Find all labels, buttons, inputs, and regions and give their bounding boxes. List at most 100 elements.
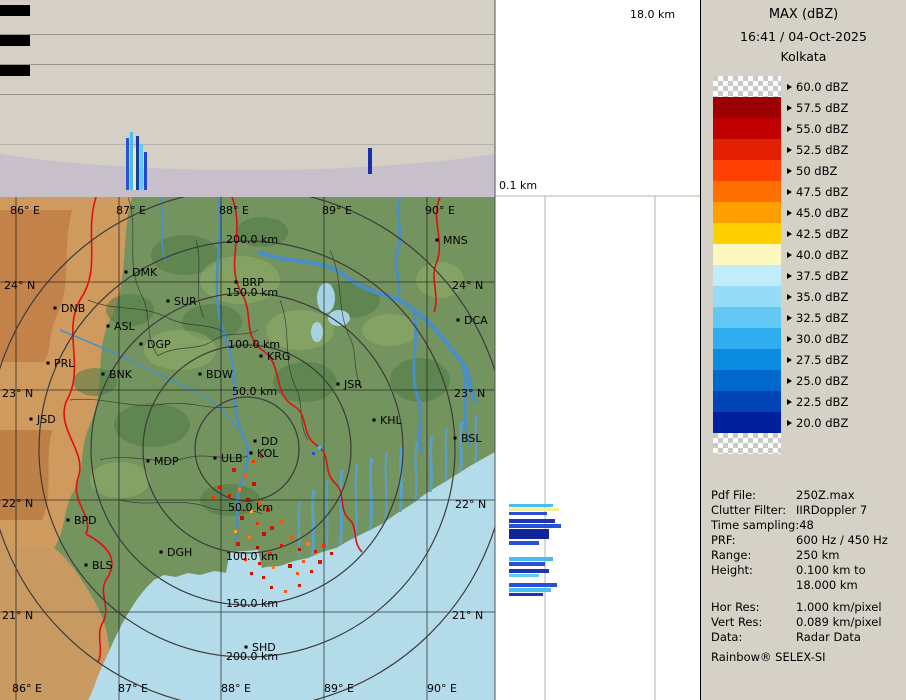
radar-echo (272, 566, 275, 569)
radar-echo (284, 590, 287, 593)
legend-label: 57.5 dBZ (796, 100, 849, 115)
legend-row: 27.5 dBZ (713, 349, 906, 370)
radar-echo (256, 546, 259, 549)
station-dot (46, 361, 50, 365)
legend-row: 60.0 dBZ (713, 76, 906, 97)
info-label: Data: (711, 630, 743, 644)
info-row: Height: 0.100 km to (711, 563, 906, 578)
legend: 60.0 dBZ 57.5 dBZ 55.0 dBZ 52.5 dBZ 50 dBZ 47… (713, 76, 906, 454)
info-row: Clutter Filter: IIRDoppler 7 (711, 503, 906, 518)
legend-row: 45.0 dBZ (713, 202, 906, 223)
legend-row: 50 dBZ (713, 160, 906, 181)
top-profile-echo-bar (126, 138, 129, 190)
legend-swatch (713, 307, 781, 328)
legend-label: 25.0 dBZ (796, 373, 849, 388)
radar-echo (296, 572, 299, 575)
info-value: 0.100 km to (796, 563, 866, 577)
title-block: MAX (dBZ) 16:41 / 04-Oct-2025 Kolkata (701, 0, 906, 64)
legend-swatch (713, 223, 781, 244)
latitude-label: 21° N (452, 609, 483, 622)
side-profile-echo-bar (509, 583, 557, 587)
info-value: 0.089 km/pixel (796, 615, 882, 629)
latitude-label: 24° N (452, 279, 483, 292)
info-row: PRF: 600 Hz / 450 Hz (711, 533, 906, 548)
side-profile-echo-bar (509, 574, 539, 577)
legend-swatch (713, 433, 781, 454)
latitude-label: 24° N (4, 279, 35, 292)
legend-swatch (713, 97, 781, 118)
station-dot (259, 354, 263, 358)
legend-label: 55.0 dBZ (796, 121, 849, 136)
station-label: BNK (109, 368, 133, 381)
legend-label: 50 dBZ (796, 163, 838, 178)
legend-row: 25.0 dBZ (713, 370, 906, 391)
legend-tick-arrow (787, 335, 792, 342)
legend-tick-arrow (787, 314, 792, 321)
map-area[interactable] (0, 189, 507, 700)
station-dot (84, 563, 88, 567)
longitude-label: 86° E (10, 204, 40, 217)
longitude-label: 87° E (116, 204, 146, 217)
product-title: MAX (dBZ) (768, 7, 839, 22)
legend-row: 52.5 dBZ (713, 139, 906, 160)
legend-row: 40.0 dBZ (713, 244, 906, 265)
radar-echo (244, 474, 247, 477)
legend-label: 30.0 dBZ (796, 331, 849, 346)
radar-echo (306, 542, 310, 546)
legend-tick-arrow (787, 125, 792, 132)
station-label: KRG (267, 350, 290, 363)
radar-echo (236, 542, 240, 546)
station-label: PRL (54, 357, 75, 370)
top-profile-echo-bar (136, 136, 139, 190)
radar-echo (318, 560, 322, 564)
side-profile-echo-bar (509, 508, 559, 511)
legend-tick-arrow (787, 398, 792, 405)
info-row: Vert Res: 0.089 km/pixel (711, 615, 906, 630)
legend-row: 42.5 dBZ (713, 223, 906, 244)
station-dot (29, 417, 33, 421)
legend-row: 35.0 dBZ (713, 286, 906, 307)
info-panel: MAX (dBZ) 16:41 / 04-Oct-2025 Kolkata 60… (700, 0, 906, 700)
station-label: KHL (380, 414, 402, 427)
height-axis-min-label: 0.1 km (499, 179, 537, 192)
radar-echo (288, 564, 292, 568)
longitude-label: 88° E (219, 204, 249, 217)
station-label: JSR (343, 378, 362, 391)
radar-echo (290, 536, 294, 540)
longitude-label: 89° E (324, 682, 354, 695)
station-dot (336, 382, 340, 386)
top-profile-echo-bar (368, 148, 372, 174)
legend-swatch (713, 76, 781, 97)
product-datetime: 16:41 / 04-Oct-2025 (740, 29, 867, 44)
info-label: Clutter Filter: (711, 503, 787, 517)
info-label: Time sampling: (711, 518, 800, 532)
range-ring-label: 200.0 km (226, 233, 278, 246)
legend-tick-arrow (787, 167, 792, 174)
info-label: PRF: (711, 533, 736, 547)
station-label: ASL (114, 320, 136, 333)
legend-label: 35.0 dBZ (796, 289, 849, 304)
radar-echo (298, 584, 301, 587)
info-row: 18.000 km (711, 578, 906, 593)
side-profile-echo-bar (509, 504, 553, 507)
legend-label: 40.0 dBZ (796, 247, 849, 262)
info-value: 250 km (796, 548, 840, 562)
radar-echo (212, 496, 215, 499)
radar-echo (252, 482, 256, 486)
top-profile-echo-bar (133, 148, 136, 190)
legend-tick-arrow (787, 146, 792, 153)
info-label: Pdf File: (711, 488, 757, 502)
brand-footer: Rainbow® SELEX-SI (711, 650, 826, 664)
info-rows: Pdf File: 250Z.max Clutter Filter: IIRDoppl… (711, 488, 906, 645)
legend-label: 27.5 dBZ (796, 352, 849, 367)
radar-echo (270, 526, 274, 530)
top-profile-echo-bar (130, 132, 133, 190)
legend-row: 30.0 dBZ (713, 328, 906, 349)
station-label: DCA (464, 314, 488, 327)
axis-tick-boxes (0, 5, 30, 76)
station-dot (124, 270, 128, 274)
legend-tick-arrow (787, 188, 792, 195)
radar-echo (218, 486, 221, 489)
legend-swatch (713, 244, 781, 265)
radar-echo (252, 460, 255, 463)
